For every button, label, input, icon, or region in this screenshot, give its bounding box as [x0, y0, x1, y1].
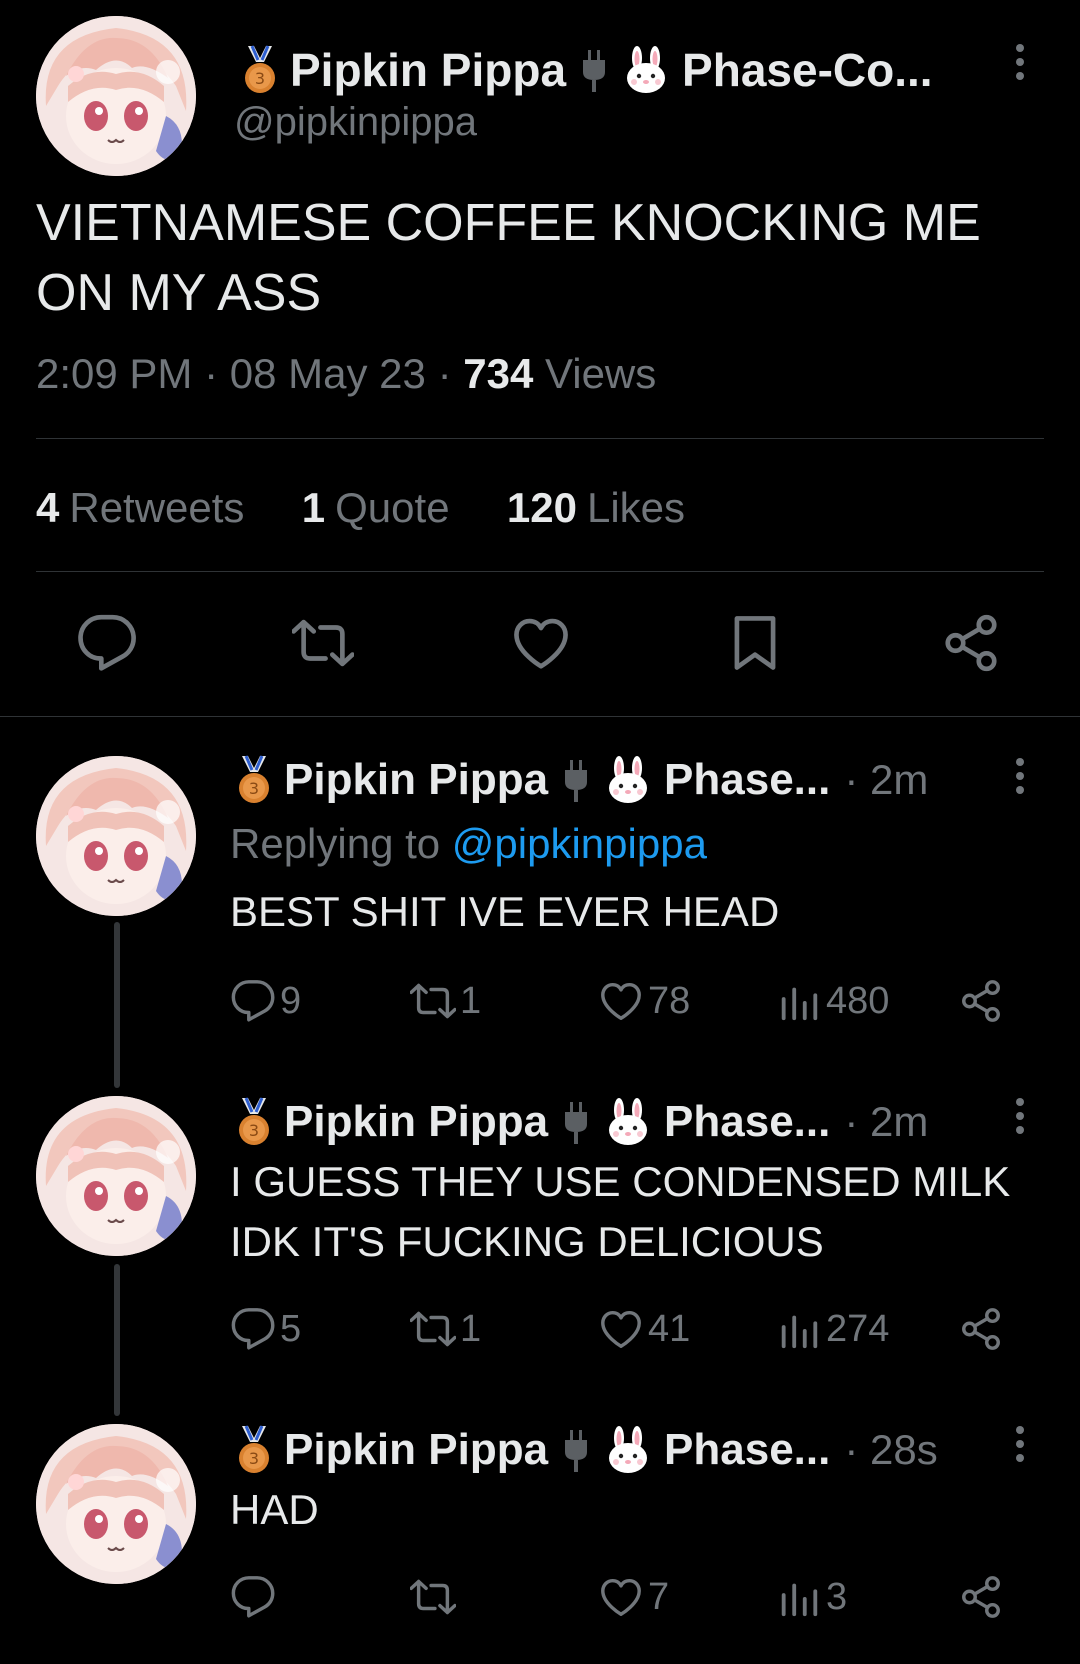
reply-icon: [230, 978, 276, 1024]
more-icon[interactable]: [1014, 758, 1026, 798]
bronze-medal-icon: [234, 1424, 274, 1476]
like-button[interactable]: 7: [598, 1572, 669, 1622]
plug-icon: [562, 1428, 590, 1472]
retweet-icon: [410, 978, 456, 1024]
share-icon: [958, 978, 1004, 1024]
views-icon: [776, 1306, 822, 1352]
bunny-icon: [604, 1098, 652, 1146]
views-icon: [776, 978, 822, 1024]
reply-time[interactable]: · 2m: [844, 1098, 928, 1146]
reply-action-bar: 5 1 41 274: [230, 1304, 1010, 1354]
share-icon: [958, 1306, 1004, 1352]
more-icon[interactable]: [1014, 1098, 1026, 1138]
reply-time[interactable]: · 28s: [844, 1426, 937, 1474]
like-icon: [598, 978, 644, 1024]
reply-button[interactable]: 5: [230, 1304, 301, 1354]
like-icon: [598, 1574, 644, 1620]
share-button[interactable]: [958, 1304, 1008, 1354]
views-button[interactable]: 480: [776, 976, 889, 1026]
retweet-button[interactable]: [410, 1572, 460, 1622]
reply-avatar[interactable]: [36, 1424, 196, 1584]
bronze-medal-icon: [240, 44, 280, 96]
main-avatar[interactable]: [36, 16, 196, 176]
reply-name-suffix: Phase...: [664, 755, 831, 804]
bronze-medal-icon: [234, 754, 274, 806]
bunny-icon: [604, 1426, 652, 1474]
share-button[interactable]: [958, 976, 1008, 1026]
plug-icon: [562, 1100, 590, 1144]
reply-text: BEST SHIT IVE EVER HEAD: [230, 888, 780, 935]
reply-action-bar: 7 3: [230, 1572, 1010, 1622]
reply-text: HAD: [230, 1486, 319, 1533]
divider: [0, 716, 1080, 717]
engagement-stats: 4 Retweets 1 Quote 120 Likes: [36, 484, 685, 532]
retweet-button[interactable]: 1: [410, 976, 481, 1026]
reply-display-name: Pipkin Pippa: [284, 755, 549, 804]
reply-icon: [230, 1306, 276, 1352]
main-tweet-text: VIETNAMESE COFFEE KNOCKING ME ON MY ASS: [36, 194, 981, 322]
share-button[interactable]: [958, 1572, 1008, 1622]
reply-button[interactable]: [230, 1572, 280, 1622]
more-icon[interactable]: [1014, 44, 1026, 84]
share-icon: [958, 1574, 1004, 1620]
reply-name-suffix: Phase...: [664, 1425, 831, 1474]
reply-header[interactable]: Pipkin Pippa Phase... · 2m: [234, 750, 928, 810]
like-icon[interactable]: [510, 612, 572, 674]
bunny-icon: [622, 46, 670, 94]
reply-action-bar: 9 1 78 480: [230, 976, 1010, 1026]
share-icon[interactable]: [940, 612, 1002, 674]
divider: [36, 438, 1044, 439]
thread-line: [114, 922, 120, 1088]
reply-button[interactable]: 9: [230, 976, 301, 1026]
views-label: Views: [544, 350, 657, 397]
main-handle[interactable]: @pipkinpippa: [234, 100, 477, 145]
reply-text: I GUESS THEY USE CONDENSED MILK IDK IT'S…: [230, 1158, 1011, 1265]
reply-header[interactable]: Pipkin Pippa Phase... · 2m: [234, 1092, 928, 1152]
replying-to-handle[interactable]: @pipkinpippa: [452, 820, 707, 867]
likes-stat[interactable]: 120 Likes: [507, 484, 685, 531]
views-icon: [776, 1574, 822, 1620]
reply-icon[interactable]: [76, 612, 138, 674]
views-button[interactable]: 3: [776, 1572, 847, 1622]
retweet-icon: [410, 1306, 456, 1352]
main-display-name: Pipkin Pippa: [290, 44, 567, 96]
thread-line: [114, 1264, 120, 1416]
reply-header[interactable]: Pipkin Pippa Phase... · 28s: [234, 1420, 938, 1480]
views-count: 734: [463, 350, 534, 397]
views-button[interactable]: 274: [776, 1304, 889, 1354]
like-button[interactable]: 78: [598, 976, 690, 1026]
plug-icon: [562, 758, 590, 802]
reply-avatar[interactable]: [36, 1096, 196, 1256]
divider: [36, 571, 1044, 572]
reply-avatar[interactable]: [36, 756, 196, 916]
bronze-medal-icon: [234, 1096, 274, 1148]
reply-time[interactable]: · 2m: [844, 756, 928, 804]
main-tweet-meta: 2:09 PM · 08 May 23 · 734 Views: [36, 350, 657, 397]
tweet-date[interactable]: 08 May 23: [230, 350, 426, 397]
reply-name-suffix: Phase...: [664, 1097, 831, 1146]
tweet-time[interactable]: 2:09 PM: [36, 350, 192, 397]
replying-to: Replying to @pipkinpippa: [230, 820, 707, 867]
reply-icon: [230, 1574, 276, 1620]
reply-display-name: Pipkin Pippa: [284, 1097, 549, 1146]
more-icon[interactable]: [1014, 1426, 1026, 1466]
retweet-icon[interactable]: [292, 612, 354, 674]
bookmark-icon[interactable]: [724, 612, 786, 674]
bunny-icon: [604, 756, 652, 804]
reply-display-name: Pipkin Pippa: [284, 1425, 549, 1474]
retweet-button[interactable]: 1: [410, 1304, 481, 1354]
retweets-stat[interactable]: 4 Retweets: [36, 484, 244, 531]
like-icon: [598, 1306, 644, 1352]
like-button[interactable]: 41: [598, 1304, 690, 1354]
main-author-name-row[interactable]: Pipkin Pippa Phase-Co...: [240, 40, 933, 100]
main-name-suffix: Phase-Co...: [682, 44, 933, 96]
retweet-icon: [410, 1574, 456, 1620]
quotes-stat[interactable]: 1 Quote: [302, 484, 450, 531]
plug-icon: [580, 48, 608, 92]
